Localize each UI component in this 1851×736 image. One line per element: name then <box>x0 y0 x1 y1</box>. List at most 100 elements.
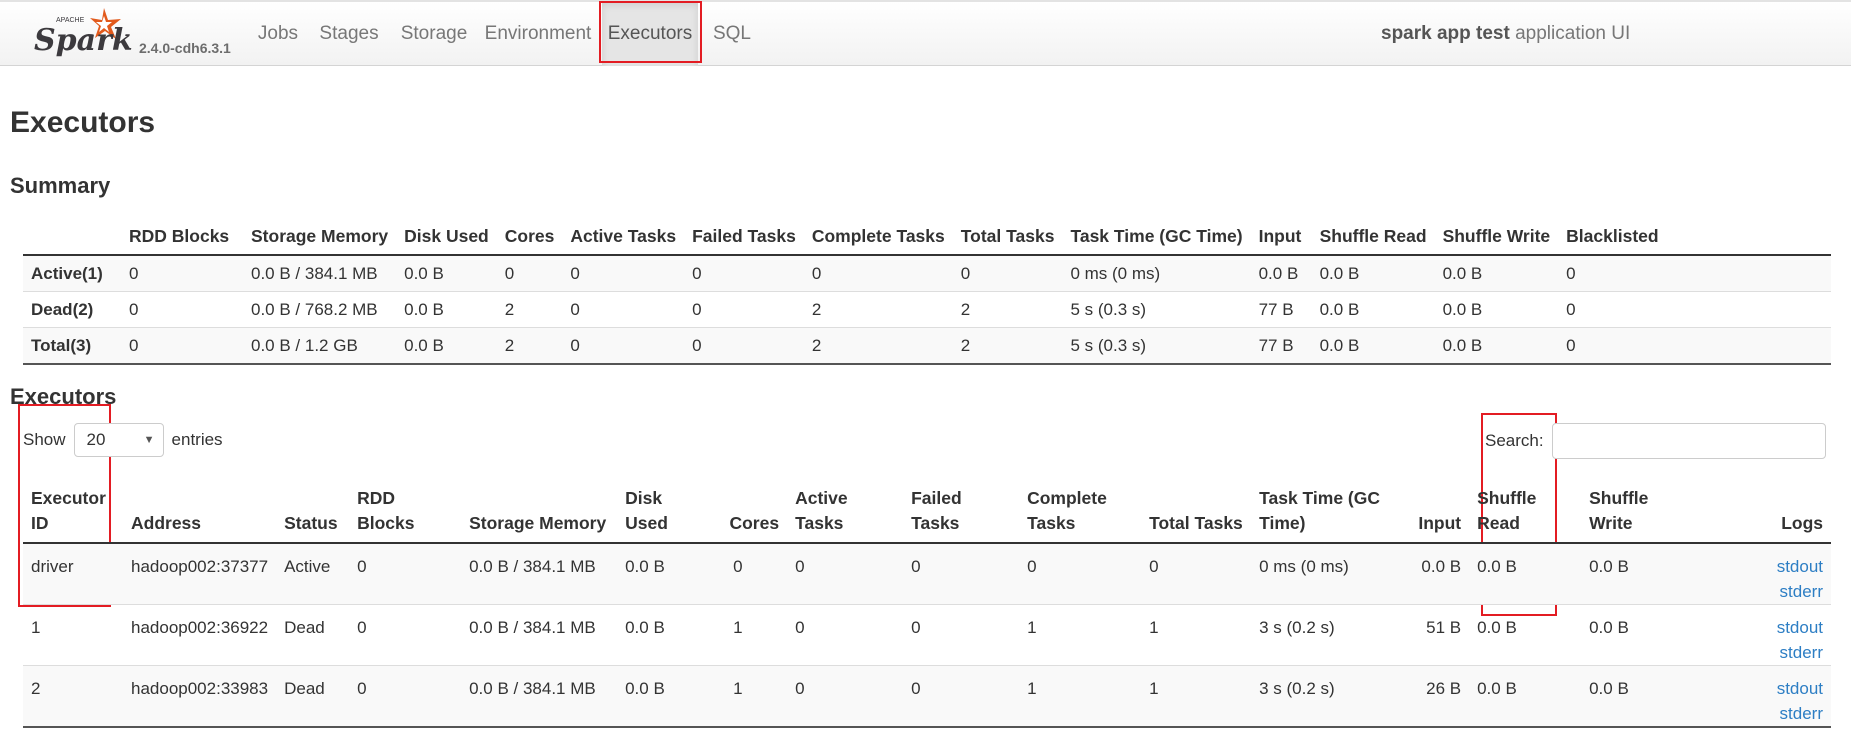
col-shuffle-write[interactable]: Shuffle Write <box>1581 478 1694 544</box>
stderr-link[interactable]: stderr <box>1701 640 1823 665</box>
summary-cell: 0.0 B / 1.2 GB <box>243 327 397 365</box>
summary-cell: 0 <box>684 254 804 292</box>
executor-id: driver <box>23 542 123 605</box>
summary-row-total: Total(3) 0 0.0 B / 1.2 GB 0.0 B 2 0 0 2 … <box>23 327 1831 365</box>
col-logs[interactable]: Logs <box>1693 478 1831 544</box>
executor-row: 1 hadoop002:36922 Dead 0 0.0 B / 384.1 M… <box>23 604 1831 666</box>
col-task-time[interactable]: Task Time (GC Time) <box>1251 478 1406 544</box>
summary-cell: 0.0 B <box>1434 291 1559 328</box>
summary-col-label <box>23 218 121 256</box>
summary-cell: 0 <box>496 254 563 292</box>
tab-storage[interactable]: Storage <box>395 2 473 66</box>
summary-col-cores[interactable]: Cores <box>496 218 563 256</box>
executor-rdd-blocks: 0 <box>349 604 462 666</box>
tab-executors[interactable]: Executors <box>602 2 698 66</box>
summary-col-blacklisted[interactable]: Blacklisted <box>1558 218 1831 256</box>
summary-col-storage-memory[interactable]: Storage Memory <box>243 218 397 256</box>
executor-address: hadoop002:37377 <box>123 542 277 605</box>
summary-col-rdd-blocks[interactable]: RDD Blocks <box>121 218 243 256</box>
app-name-suffix: application UI <box>1509 23 1631 44</box>
executor-storage-memory: 0.0 B / 384.1 MB <box>461 604 618 666</box>
executor-failed-tasks: 0 <box>903 604 1020 666</box>
stdout-link[interactable]: stdout <box>1701 676 1823 701</box>
executor-disk-used: 0.0 B <box>617 665 716 728</box>
summary-cell: 5 s (0.3 s) <box>1062 291 1251 328</box>
executor-shuffle-read: 0.0 B <box>1469 665 1582 728</box>
tab-environment[interactable]: Environment <box>484 2 592 66</box>
executor-failed-tasks: 0 <box>903 665 1020 728</box>
executors-header-row: Executor ID Address Status RDD Blocks St… <box>23 478 1831 544</box>
summary-cell: Active(1) <box>23 254 121 292</box>
summary-cell: 0 <box>562 291 685 328</box>
col-failed-tasks[interactable]: Failed Tasks <box>903 478 1020 544</box>
summary-cell: 0.0 B / 384.1 MB <box>243 254 397 292</box>
summary-col-total-tasks[interactable]: Total Tasks <box>952 218 1063 256</box>
executor-complete-tasks: 1 <box>1019 604 1142 666</box>
executor-task-time: 3 s (0.2 s) <box>1251 665 1406 728</box>
summary-col-complete-tasks[interactable]: Complete Tasks <box>803 218 953 256</box>
tab-stages[interactable]: Stages <box>314 2 384 66</box>
col-storage-memory[interactable]: Storage Memory <box>461 478 618 544</box>
tab-sql[interactable]: SQL <box>706 2 758 66</box>
summary-col-shuffle-write[interactable]: Shuffle Write <box>1434 218 1559 256</box>
entries-select[interactable]: 20 ▼ <box>73 423 164 457</box>
entries-label: entries <box>171 430 223 449</box>
summary-cell: 77 B <box>1250 327 1312 365</box>
summary-header-row: RDD Blocks Storage Memory Disk Used Core… <box>23 218 1831 256</box>
summary-col-task-time[interactable]: Task Time (GC Time) <box>1062 218 1251 256</box>
col-total-tasks[interactable]: Total Tasks <box>1141 478 1252 544</box>
summary-col-failed-tasks[interactable]: Failed Tasks <box>684 218 804 256</box>
summary-cell: 0 <box>121 327 243 365</box>
summary-col-disk-used[interactable]: Disk Used <box>396 218 497 256</box>
summary-cell: 0 <box>684 291 804 328</box>
col-executor-id[interactable]: Executor ID <box>23 478 123 544</box>
app-name-bold: spark app test <box>1381 23 1510 44</box>
executor-logs: stdout stderr <box>1693 665 1831 728</box>
executor-logs: stdout stderr <box>1693 542 1831 605</box>
search-label: Search: <box>1485 431 1544 450</box>
executor-shuffle-write: 0.0 B <box>1581 542 1694 605</box>
col-address[interactable]: Address <box>123 478 277 544</box>
col-shuffle-read[interactable]: Shuffle Read <box>1469 478 1582 544</box>
summary-cell: 0.0 B <box>1311 254 1435 292</box>
search-control: Search: <box>1485 423 1826 459</box>
executor-shuffle-write: 0.0 B <box>1581 665 1694 728</box>
top-navbar: Spark APACHE 2.4.0-cdh6.3.1 Jobs Stages … <box>0 0 1851 66</box>
show-label: Show <box>23 430 66 449</box>
summary-col-shuffle-read[interactable]: Shuffle Read <box>1311 218 1435 256</box>
summary-col-input[interactable]: Input <box>1250 218 1312 256</box>
summary-cell: 0 <box>1558 254 1831 292</box>
caret-down-icon: ▼ <box>143 434 155 446</box>
show-entries-control: Show 20 ▼ entries <box>23 423 223 457</box>
summary-cell: 0 <box>1558 327 1831 365</box>
col-complete-tasks[interactable]: Complete Tasks <box>1019 478 1142 544</box>
tab-jobs[interactable]: Jobs <box>248 2 308 66</box>
executor-task-time: 0 ms (0 ms) <box>1251 542 1406 605</box>
col-rdd-blocks[interactable]: RDD Blocks <box>349 478 462 544</box>
svg-text:APACHE: APACHE <box>56 17 85 24</box>
col-cores[interactable]: Cores <box>715 478 788 544</box>
executor-cores: 0 <box>715 542 788 605</box>
executor-complete-tasks: 1 <box>1019 665 1142 728</box>
search-input[interactable] <box>1551 423 1826 459</box>
summary-cell: 2 <box>803 291 953 328</box>
col-input[interactable]: Input <box>1405 478 1470 544</box>
summary-cell: 2 <box>496 291 563 328</box>
spark-logo[interactable]: Spark APACHE 2.4.0-cdh6.3.1 <box>34 6 244 64</box>
summary-cell: 0.0 B <box>1250 254 1312 292</box>
stdout-link[interactable]: stdout <box>1701 554 1823 579</box>
summary-cell: 2 <box>496 327 563 365</box>
summary-cell: Total(3) <box>23 327 121 365</box>
executor-shuffle-read: 0.0 B <box>1469 542 1582 605</box>
col-disk-used[interactable]: Disk Used <box>617 478 716 544</box>
summary-col-active-tasks[interactable]: Active Tasks <box>562 218 685 256</box>
col-active-tasks[interactable]: Active Tasks <box>787 478 904 544</box>
stdout-link[interactable]: stdout <box>1701 615 1823 640</box>
stderr-link[interactable]: stderr <box>1701 579 1823 604</box>
executor-active-tasks: 0 <box>787 542 904 605</box>
stderr-link[interactable]: stderr <box>1701 701 1823 726</box>
summary-cell: 0 <box>562 327 685 365</box>
col-status[interactable]: Status <box>276 478 350 544</box>
executors-heading: Executors <box>10 384 117 409</box>
executor-status: Active <box>276 542 350 605</box>
